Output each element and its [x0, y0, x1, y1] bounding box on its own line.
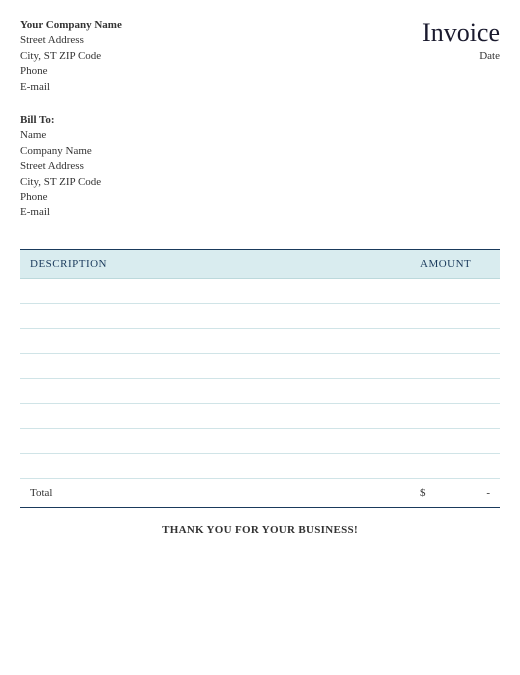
cell-description — [20, 428, 410, 453]
total-amount-cell: $ - — [410, 478, 500, 507]
total-currency: $ — [420, 487, 426, 499]
total-row: Total $ - — [20, 478, 500, 507]
cell-description — [20, 453, 410, 478]
document-title: Invoice — [422, 18, 500, 48]
date-label: Date — [422, 50, 500, 62]
total-label: Total — [20, 478, 410, 507]
billto-email: E-mail — [20, 205, 500, 220]
table-row — [20, 403, 500, 428]
table-row — [20, 328, 500, 353]
cell-amount — [410, 278, 500, 303]
cell-amount — [410, 353, 500, 378]
company-phone: Phone — [20, 64, 122, 79]
billto-name: Name — [20, 128, 500, 143]
billto-citystzip: City, ST ZIP Code — [20, 175, 500, 190]
col-description-header: DESCRIPTION — [20, 249, 410, 278]
table-row — [20, 428, 500, 453]
company-email: E-mail — [20, 80, 122, 95]
cell-description — [20, 353, 410, 378]
billto-phone: Phone — [20, 190, 500, 205]
cell-description — [20, 328, 410, 353]
billto-street: Street Address — [20, 159, 500, 174]
billto-heading: Bill To: — [20, 113, 500, 128]
cell-amount — [410, 328, 500, 353]
cell-description — [20, 403, 410, 428]
cell-amount — [410, 453, 500, 478]
table-row — [20, 303, 500, 328]
invoice-table: DESCRIPTION AMOUNT Total $ - — [20, 249, 500, 508]
cell-description — [20, 278, 410, 303]
cell-amount — [410, 403, 500, 428]
cell-amount — [410, 378, 500, 403]
table-header-row: DESCRIPTION AMOUNT — [20, 249, 500, 278]
cell-description — [20, 303, 410, 328]
thanks-message: THANK YOU FOR YOUR BUSINESS! — [20, 524, 500, 536]
company-citystzip: City, ST ZIP Code — [20, 49, 122, 64]
title-block: Invoice Date — [422, 18, 500, 62]
cell-amount — [410, 428, 500, 453]
company-name: Your Company Name — [20, 18, 122, 33]
company-block: Your Company Name Street Address City, S… — [20, 18, 122, 95]
table-row — [20, 278, 500, 303]
billto-company: Company Name — [20, 144, 500, 159]
table-row — [20, 453, 500, 478]
table-row — [20, 353, 500, 378]
company-street: Street Address — [20, 33, 122, 48]
header: Your Company Name Street Address City, S… — [20, 18, 500, 95]
total-value: - — [486, 487, 490, 499]
table-row — [20, 378, 500, 403]
cell-amount — [410, 303, 500, 328]
cell-description — [20, 378, 410, 403]
col-amount-header: AMOUNT — [410, 249, 500, 278]
billto-block: Bill To: Name Company Name Street Addres… — [20, 113, 500, 221]
